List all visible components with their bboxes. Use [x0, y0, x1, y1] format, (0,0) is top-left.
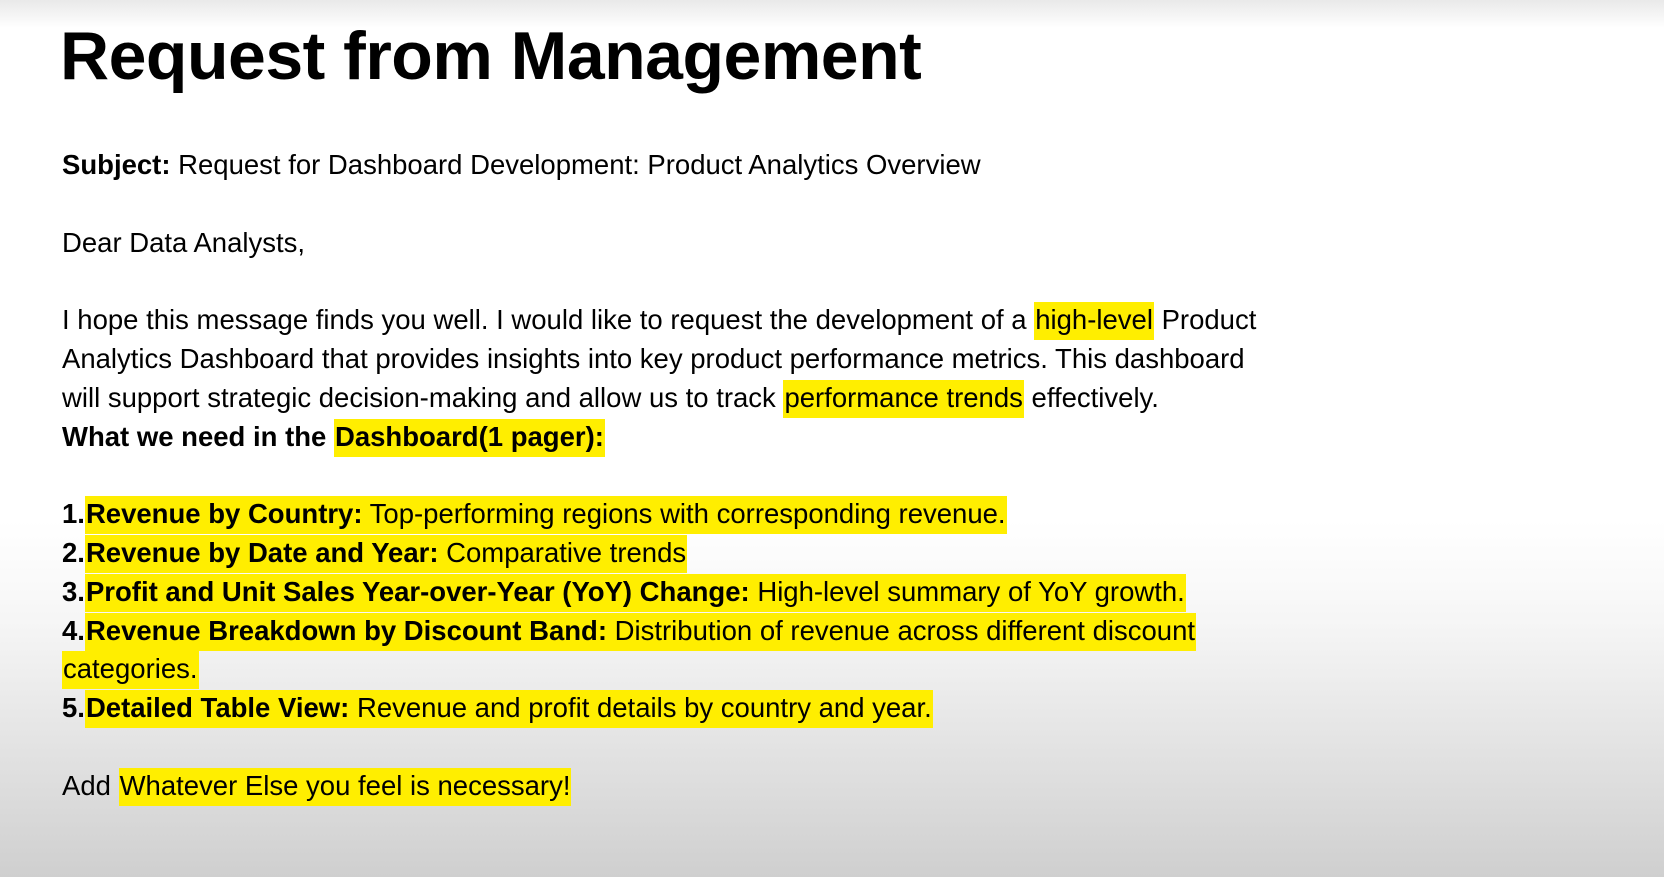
intro-line-1: I hope this message finds you well. I wo… [62, 301, 1482, 341]
intro-line-3: will support strategic decision-making a… [62, 379, 1482, 418]
item-description: High-level summary of YoY growth. [749, 575, 1185, 607]
item-number: 3. [62, 575, 85, 607]
subject-label: Subject: [62, 149, 171, 180]
item-label: Detailed Table View: [85, 692, 350, 724]
list-item: 3.Profit and Unit Sales Year-over-Year (… [62, 573, 1482, 612]
item-label: Profit and Unit Sales Year-over-Year (Yo… [85, 575, 750, 607]
highlight-closing: Whatever Else you feel is necessary! [118, 767, 572, 806]
closing-line: Add Whatever Else you feel is necessary! [62, 767, 1482, 806]
list-item-continuation: categories. [62, 650, 1482, 690]
item-highlight: Detailed Table View: Revenue and profit … [84, 690, 933, 729]
intro-line-2: Analytics Dashboard that provides insigh… [62, 342, 1245, 374]
item-highlight: Revenue by Date and Year: Comparative tr… [84, 534, 688, 573]
item-number: 1. [62, 498, 85, 530]
item-label: Revenue Breakdown by Discount Band: [85, 614, 608, 646]
subject-text: Request for Dashboard Development: Produ… [170, 149, 981, 180]
item-label: Revenue by Date and Year: [85, 536, 439, 568]
item-description: Top-performing regions with correspondin… [362, 498, 1006, 530]
list-item: 4.Revenue Breakdown by Discount Band: Di… [62, 612, 1482, 651]
subject-line: Subject: Request for Dashboard Developme… [62, 146, 1482, 185]
needs-heading: What we need in the Dashboard(1 pager): [62, 418, 1482, 457]
item-description: Comparative trends [438, 536, 687, 568]
list-item: 5.Detailed Table View: Revenue and profi… [62, 689, 1482, 729]
list-item: 2.Revenue by Date and Year: Comparative … [62, 534, 1482, 573]
greeting: Dear Data Analysts, [62, 226, 306, 258]
email-body: Subject: Request for Dashboard Developme… [62, 146, 1482, 806]
item-description-continuation: categories. [62, 651, 199, 690]
item-description: Distribution of revenue across different… [607, 614, 1196, 646]
item-number: 5. [62, 692, 85, 724]
item-number: 2. [62, 536, 85, 568]
page-title: Request from Management [60, 18, 922, 94]
highlight-high-level: high-level [1034, 302, 1154, 341]
item-highlight: Profit and Unit Sales Year-over-Year (Yo… [84, 573, 1186, 612]
item-label: Revenue by Country: [85, 498, 363, 530]
item-highlight: Revenue by Country: Top-performing regio… [84, 496, 1007, 535]
item-number: 4. [62, 614, 85, 646]
highlight-dashboard: Dashboard(1 pager): [333, 418, 605, 457]
highlight-performance-trends: performance trends [783, 379, 1024, 418]
item-highlight: Revenue Breakdown by Discount Band: Dist… [84, 612, 1197, 651]
item-description: Revenue and profit details by country an… [349, 692, 932, 724]
list-item: 1.Revenue by Country: Top-performing reg… [62, 495, 1482, 535]
